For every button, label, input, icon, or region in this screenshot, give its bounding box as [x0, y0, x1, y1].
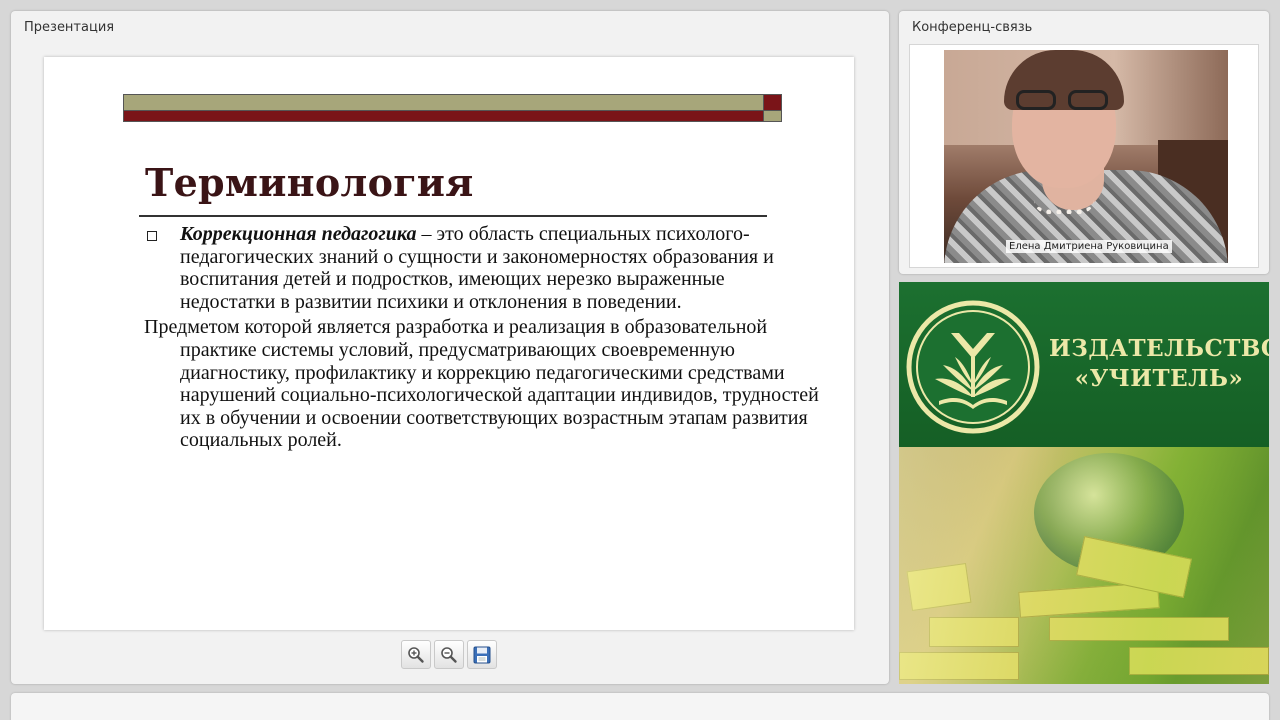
- publisher-line1: ИЗДАТЕЛЬСТВО: [1049, 335, 1269, 362]
- slide: Терминология Коррекционная педагогика – …: [44, 57, 854, 630]
- slide-body: Коррекционная педагогика – это область с…: [144, 223, 824, 452]
- publisher-logo-icon: [906, 300, 1040, 434]
- zoom-out-icon: [441, 646, 457, 663]
- publisher-banner: ИЗДАТЕЛЬСТВО «УЧИТЕЛЬ»: [899, 282, 1269, 684]
- slide-bullet: Коррекционная педагогика – это область с…: [144, 223, 824, 313]
- video-container: Елена Дмитриена Руковицина: [909, 44, 1259, 268]
- bullet-term: Коррекционная педагогика: [180, 223, 417, 245]
- publisher-name: ИЗДАТЕЛЬСТВО «УЧИТЕЛЬ»: [1049, 334, 1269, 394]
- speaker-video[interactable]: Елена Дмитриена Руковицина: [944, 50, 1228, 263]
- slide-decor-bar: [123, 94, 783, 123]
- zoom-out-button[interactable]: [434, 640, 464, 669]
- slide-paragraph: Предметом которой является разработка и …: [144, 316, 819, 452]
- conference-panel-title: Конференц-связь: [912, 20, 1033, 35]
- slide-title: Терминология: [145, 160, 474, 205]
- square-bullet-icon: [147, 231, 157, 241]
- bottom-bar: [11, 693, 1269, 720]
- slide-toolbar: [401, 640, 497, 670]
- presentation-panel-title: Презентация: [24, 20, 115, 35]
- publisher-line2: «УЧИТЕЛЬ»: [1074, 365, 1244, 392]
- banner-photo: [899, 447, 1269, 684]
- zoom-in-icon: [408, 646, 424, 663]
- floppy-disk-icon: [473, 646, 491, 663]
- zoom-in-button[interactable]: [401, 640, 431, 669]
- presentation-panel: Презентация Терминология Коррекционная п…: [11, 11, 889, 684]
- conference-panel: Конференц-связь Елена Дмитриена Руковици…: [899, 11, 1269, 274]
- glasses-icon: [1016, 90, 1108, 114]
- speaker-name-label: Елена Дмитриена Руковицина: [1006, 240, 1172, 253]
- slide-title-rule: [139, 215, 767, 217]
- save-button[interactable]: [467, 640, 497, 669]
